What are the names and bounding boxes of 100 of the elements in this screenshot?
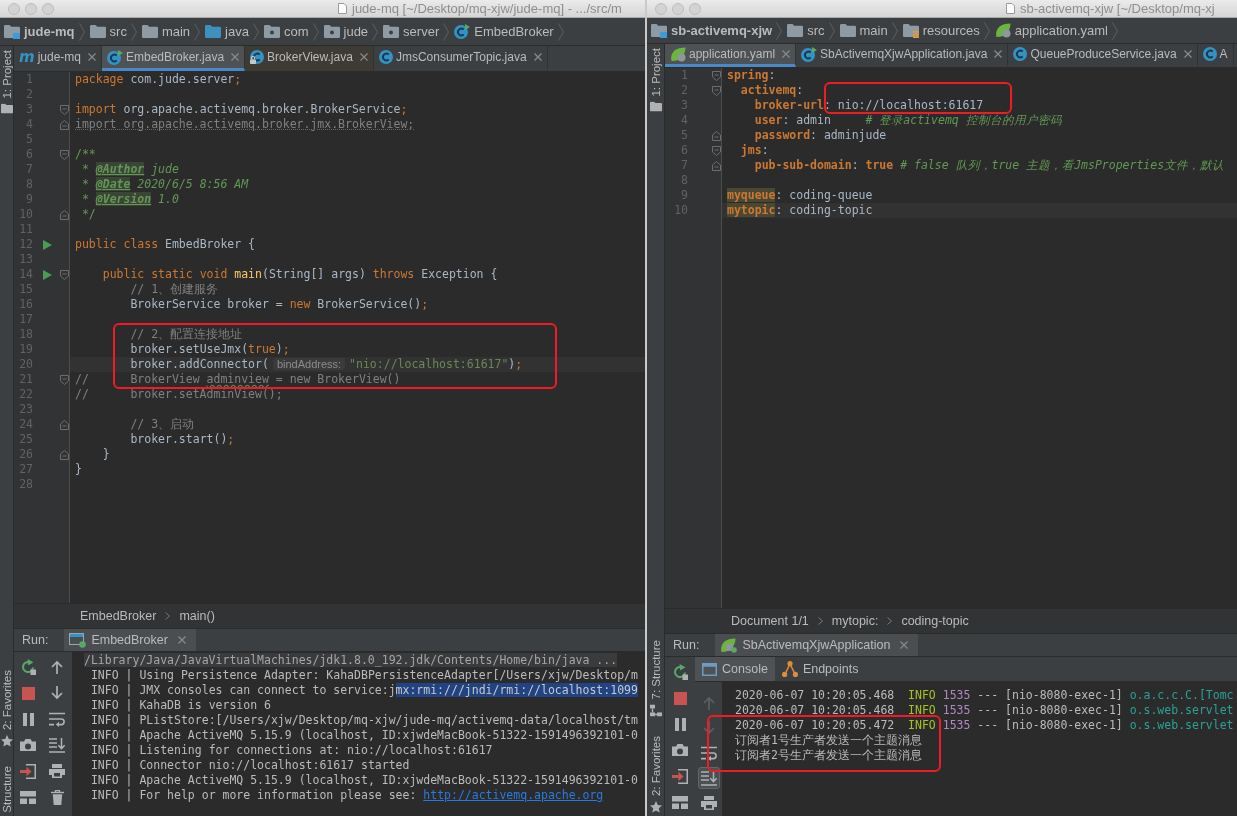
close-icon[interactable] — [88, 53, 96, 61]
code-line: package com.jude.server; — [75, 72, 242, 86]
tool-window-button[interactable]: 1: Project — [649, 44, 662, 115]
editor-tab[interactable]: A — [1197, 44, 1234, 67]
minimize-button[interactable] — [672, 2, 684, 15]
fold-icon[interactable] — [711, 85, 721, 96]
code-line: broker-url: nio://localhost:61617 — [754, 98, 984, 112]
graph-icon — [781, 661, 798, 677]
code-line: broker.setUseJmx(true); — [130, 342, 290, 356]
fold-icon[interactable] — [711, 145, 721, 156]
play-icon[interactable] — [43, 239, 52, 250]
pause-icon — [674, 717, 686, 731]
close-icon[interactable] — [533, 53, 542, 61]
package-icon — [383, 25, 400, 38]
editor-tab[interactable]: BrokerView.java — [245, 46, 374, 71]
scroll-end-icon — [49, 737, 65, 753]
editor-tab[interactable]: JmsConsumerTopic.java — [373, 46, 548, 71]
zoom-button[interactable] — [689, 2, 701, 15]
close-button[interactable] — [655, 2, 667, 15]
breadcrumb-item[interactable]: java — [205, 24, 249, 39]
fold-icon[interactable] — [59, 374, 69, 385]
run-tab[interactable]: EmbedBroker — [64, 629, 196, 651]
breadcrumb-item[interactable]: application.yaml — [994, 23, 1108, 38]
console-tab[interactable]: Endpoints — [774, 657, 866, 681]
editor-tab[interactable]: SbActivemqXjwApplication.java — [796, 44, 1009, 67]
breadcrumb-item[interactable]: com — [263, 24, 309, 39]
close-button[interactable] — [8, 2, 20, 15]
tool-window-button[interactable]: 2: Favorites — [649, 731, 662, 816]
close-icon[interactable] — [231, 53, 240, 61]
breadcrumb-item[interactable]: mytopic: — [831, 614, 879, 628]
tool-window-button[interactable]: 7: Structure — [649, 636, 662, 720]
link[interactable]: http://activemq.apache.org — [423, 788, 604, 802]
code-editor[interactable] — [14, 72, 645, 603]
code-line: BrokerService broker = new BrokerService(); — [130, 297, 429, 311]
printer-icon — [49, 764, 65, 778]
fold-icon[interactable] — [59, 449, 69, 460]
code-editor[interactable] — [665, 68, 1237, 608]
layout-icon — [20, 790, 36, 804]
breadcrumb-item[interactable]: Document 1/1 — [731, 614, 809, 628]
editor-tab[interactable]: application.yaml — [665, 44, 797, 67]
fold-icon[interactable] — [711, 130, 721, 141]
code-line: import org.apache.activemq.broker.jmx.BrokerView; — [75, 117, 415, 131]
chevron-icon — [194, 22, 201, 41]
arrow-up-icon — [51, 660, 63, 674]
breadcrumb-item[interactable]: main — [839, 23, 888, 38]
breadcrumb-item[interactable]: resources — [902, 23, 980, 38]
close-icon[interactable] — [900, 641, 909, 649]
tool-window-button[interactable]: 2: Favorites — [0, 666, 13, 751]
breadcrumb-item[interactable]: jude-mq — [4, 24, 75, 39]
fold-icon[interactable] — [59, 209, 69, 220]
chevron-icon — [828, 21, 835, 40]
fold-icon[interactable] — [59, 419, 69, 430]
editor-tab[interactable]: QueueProduceService.java — [1008, 44, 1198, 67]
breadcrumb-item[interactable]: sb-activemq-xjw — [651, 23, 773, 38]
tool-window-button[interactable]: Structure — [0, 762, 13, 816]
zoom-button[interactable] — [42, 2, 54, 15]
close-icon[interactable] — [177, 636, 186, 644]
chevron-icon — [776, 21, 783, 40]
breadcrumb-item[interactable]: server — [383, 24, 440, 39]
fold-icon[interactable] — [59, 104, 69, 115]
fold-icon[interactable] — [59, 149, 69, 160]
package-icon — [323, 25, 340, 38]
close-icon[interactable] — [782, 50, 791, 58]
code-line: user: admin # 登录activemq 控制台的用户密码 — [754, 113, 1062, 127]
close-icon[interactable] — [359, 53, 368, 61]
console-tab[interactable]: Console — [695, 657, 775, 681]
breadcrumb-item[interactable]: main() — [179, 609, 215, 623]
fold-icon[interactable] — [711, 160, 721, 171]
scroll-to-end-button[interactable] — [697, 767, 720, 789]
fold-icon[interactable] — [711, 70, 721, 81]
editor-tab[interactable]: EmbedBroker.java — [102, 46, 246, 71]
console-line: INFO | Using Persistence Adapter: KahaDBPersistenceAdapter[/Users/xjw/Desktop/m — [90, 668, 638, 682]
breadcrumb-item[interactable]: jude — [323, 24, 369, 39]
package-icon — [263, 25, 280, 38]
console-line: 2020-06-07 10:20:05.468 INFO 1535 --- [nio-8080-exec-1] o.s.web.servlet — [735, 702, 1234, 717]
code-line: // broker.setAdminView(); — [75, 387, 283, 401]
close-icon[interactable] — [994, 50, 1003, 58]
fold-icon[interactable] — [59, 269, 69, 280]
breadcrumb-item[interactable]: coding-topic — [901, 614, 969, 628]
minimize-button[interactable] — [25, 2, 37, 15]
window-title: sb-activemq-xjw [~/Desktop/mq-xj — [1020, 1, 1215, 16]
arrow-up-icon — [702, 696, 715, 710]
tool-window-button[interactable]: 1: Project — [0, 46, 13, 117]
breadcrumb-item[interactable]: main — [141, 24, 191, 39]
close-icon[interactable] — [1183, 50, 1192, 58]
play-icon[interactable] — [43, 269, 52, 280]
printer-icon — [700, 796, 717, 810]
breadcrumb-item[interactable]: src — [787, 23, 825, 38]
code-line: password: adminjude — [754, 128, 887, 142]
breadcrumb-item[interactable]: src — [89, 24, 127, 39]
breadcrumb-item[interactable]: EmbedBroker — [80, 609, 157, 623]
leaf-icon — [720, 637, 738, 653]
code-line: } — [75, 462, 82, 476]
console-line: INFO | PListStore:[/Users/xjw/Desktop/mq-xjw/jude-mq/activemq-data/localhost/tm — [90, 713, 638, 727]
chevron-icon — [1112, 21, 1118, 40]
folder-icon — [0, 103, 13, 114]
fold-icon[interactable] — [59, 119, 69, 130]
class-icon — [1013, 47, 1028, 61]
run-tab[interactable]: SbActivemqXjwApplication — [715, 634, 919, 656]
breadcrumb-item[interactable]: EmbedBroker — [454, 24, 554, 39]
